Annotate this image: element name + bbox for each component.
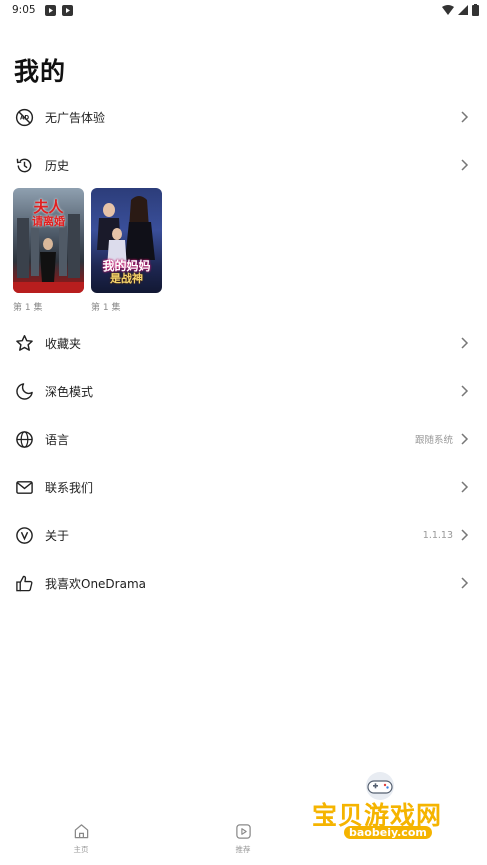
menu-item-label: 历史 [45,158,70,173]
menu-item-label: 联系我们 [45,480,94,495]
menu-item-language[interactable]: 语言 跟随系统 [0,415,487,463]
watermark-url: baobeiy.com [344,826,432,839]
home-icon [74,824,88,839]
mail-icon [13,476,35,498]
nav-home[interactable]: 主页 [51,823,111,855]
chevron-right-icon [461,577,469,589]
history-icon [13,154,35,176]
watermark-logo: 宝贝游戏网 baobeiy.com [308,770,458,850]
chevron-right-icon [461,433,469,445]
menu-item-history[interactable]: 历史 [0,141,487,189]
nav-label: 推荐 [235,845,251,854]
svg-text:AD: AD [19,115,28,121]
menu-item-like[interactable]: 我喜欢OneDrama [0,559,487,607]
cover-title: 我的妈妈 是战神 [102,259,151,285]
history-item[interactable]: 夫人 请离婚 第 1 集 [13,188,84,313]
menu-item-favorites[interactable]: 收藏夹 [0,319,487,367]
menu-item-contact[interactable]: 联系我们 [0,463,487,511]
episode-label: 第 1 集 [13,303,43,313]
star-icon [13,332,35,354]
menu-item-label: 语言 [45,432,70,447]
chevron-right-icon [461,337,469,349]
thumbs-up-icon [13,572,35,594]
no-ads-icon: AD [13,106,35,128]
chevron-right-icon [461,385,469,397]
nav-label: 主页 [73,845,89,854]
drama-cover-image[interactable]: 我的妈妈 是战神 [91,188,162,293]
battery-icon [472,4,479,16]
wifi-icon [442,5,454,15]
menu-item-label: 关于 [45,528,70,543]
menu-item-no-ads[interactable]: AD 无广告体验 [0,93,487,141]
moon-icon [13,380,35,402]
menu-item-label: 我喜欢OneDrama [45,576,147,591]
history-list: 夫人 请离婚 第 1 集 我的妈妈 是战神 第 1 集 [13,188,162,313]
drama-cover-image[interactable]: 夫人 请离婚 [13,188,84,293]
app-notification-icon [62,5,73,16]
app-notification-icon [45,5,56,16]
history-item[interactable]: 我的妈妈 是战神 第 1 集 [91,188,162,313]
status-bar: 9:05 [0,0,487,22]
menu-item-label: 收藏夹 [45,336,82,351]
nav-recommend[interactable]: 推荐 [213,823,273,855]
version-value: 1.1.13 [422,529,453,541]
language-value: 跟随系统 [414,435,453,446]
chevron-right-icon [461,111,469,123]
status-time: 9:05 [12,4,36,16]
signal-icon [458,5,468,15]
menu-item-label: 深色模式 [45,384,94,399]
status-indicators [442,4,479,16]
page-title: 我的 [14,57,67,86]
episode-label: 第 1 集 [91,303,121,313]
menu-item-about[interactable]: 关于 1.1.13 [0,511,487,559]
menu-item-label: 无广告体验 [45,110,106,125]
play-icon [235,824,251,839]
cover-title: 夫人 请离婚 [32,198,65,228]
version-icon [13,524,35,546]
globe-icon [13,428,35,450]
chevron-right-icon [461,481,469,493]
menu-item-dark-mode[interactable]: 深色模式 [0,367,487,415]
chevron-right-icon [461,159,469,171]
chevron-right-icon [461,529,469,541]
